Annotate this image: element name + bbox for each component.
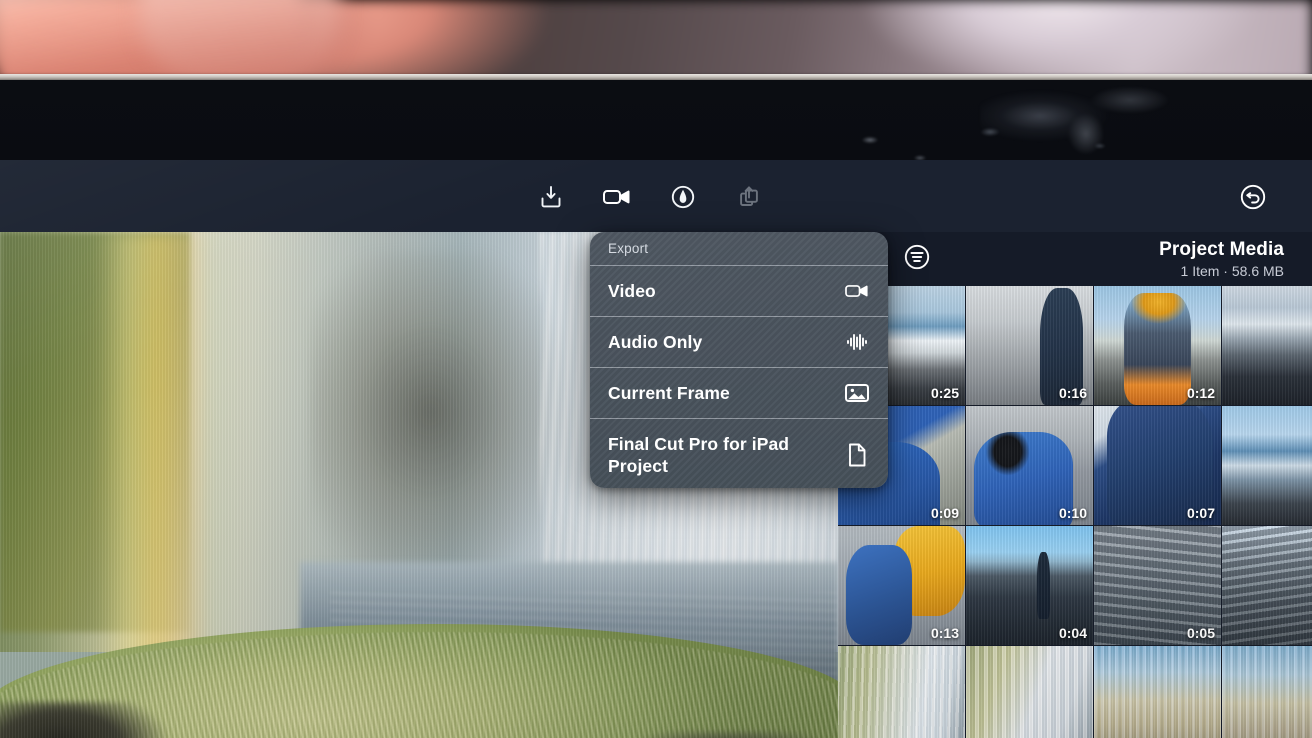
media-browser-panel: Project Media 1 Item · 58.6 MB 0:25 0:16 0… [838, 232, 1312, 738]
clip-duration-label: 0:12 [1186, 385, 1215, 401]
undo-circle-icon [1238, 182, 1268, 217]
media-thumbnail[interactable]: 0:04 [966, 526, 1093, 645]
menu-item-label: Current Frame [608, 383, 730, 403]
photo-icon [844, 380, 870, 406]
menu-item-current-frame[interactable]: Current Frame [590, 368, 888, 418]
share-button[interactable] [728, 178, 770, 216]
document-icon [844, 442, 870, 468]
thumbnail-artwork [1222, 526, 1312, 645]
menu-item-label: Final Cut Pro for iPad Project [608, 434, 790, 476]
menu-item-label: Audio Only [608, 332, 703, 352]
media-thumbnail[interactable]: 0:16 [966, 286, 1093, 405]
preview-dark-rock-left [0, 702, 170, 738]
preview-dark-rock-right [640, 732, 838, 738]
clip-duration-label: 0:04 [1058, 625, 1087, 641]
preview-rainbow [95, 232, 245, 662]
media-thumbnail[interactable]: 0:05 [1094, 526, 1221, 645]
media-thumbnail[interactable] [1222, 286, 1312, 405]
waveform-icon [844, 329, 870, 355]
clip-duration-label: 0:13 [930, 625, 959, 641]
thumbnail-artwork [1222, 406, 1312, 525]
import-icon [538, 184, 564, 210]
media-thumbnail[interactable] [1222, 406, 1312, 525]
menu-item-label: Video [608, 281, 656, 301]
media-thumbnail[interactable] [1094, 646, 1221, 738]
thumbnail-artwork [1094, 646, 1221, 738]
media-thumbnail[interactable]: 0:10 [966, 406, 1093, 525]
media-thumbnail[interactable] [1222, 646, 1312, 738]
app-toolbar [0, 160, 1312, 232]
media-thumbnail[interactable]: 0:13 [838, 526, 965, 645]
clip-duration-label: 0:05 [1186, 625, 1215, 641]
thumbnail-artwork [966, 646, 1093, 738]
video-camera-icon [602, 184, 632, 210]
undo-button[interactable] [1236, 182, 1270, 216]
clip-duration-label: 0:07 [1186, 505, 1215, 521]
thumbnail-artwork [1222, 646, 1312, 738]
menu-header-label: Export [608, 241, 649, 256]
media-thumbnail[interactable]: 0:12 [1094, 286, 1221, 405]
export-button[interactable] [596, 178, 638, 216]
page-title: Project Media [1159, 239, 1284, 260]
browser-title-block: Project Media 1 Item · 58.6 MB [1159, 238, 1284, 281]
thumbnail-artwork [838, 646, 965, 738]
screenshot-root: Project Media 1 Item · 58.6 MB 0:25 0:16 0… [0, 0, 1312, 738]
browser-header: Project Media 1 Item · 58.6 MB [838, 232, 1312, 286]
filter-sort-icon [902, 242, 932, 277]
import-media-button[interactable] [530, 178, 572, 216]
browser-item-summary: 1 Item · 58.6 MB [1180, 263, 1284, 279]
video-camera-icon [844, 278, 870, 304]
menu-item-video[interactable]: Video [590, 266, 888, 316]
clip-duration-label: 0:10 [1058, 505, 1087, 521]
menu-item-fcp-ipad-project[interactable]: Final Cut Pro for iPad Project [590, 419, 888, 488]
media-thumbnail[interactable] [838, 646, 965, 738]
markup-button[interactable] [662, 178, 704, 216]
media-thumbnail[interactable] [966, 646, 1093, 738]
toolbar-actions [530, 178, 770, 216]
menu-item-audio-only[interactable]: Audio Only [590, 317, 888, 367]
share-icon [736, 184, 762, 210]
media-thumbnail[interactable]: 0:07 [1094, 406, 1221, 525]
media-thumbnail-grid[interactable]: 0:25 0:16 0:12 0:09 0:10 0:07 0:13 0:04 0:05 [838, 286, 1312, 738]
filter-sort-button[interactable] [900, 242, 934, 276]
preview-rock-face [310, 252, 570, 582]
media-thumbnail[interactable] [1222, 526, 1312, 645]
clip-duration-label: 0:16 [1058, 385, 1087, 401]
pen-circle-icon [670, 184, 696, 210]
thumbnail-artwork [1222, 286, 1312, 405]
clip-duration-label: 0:25 [930, 385, 959, 401]
clip-duration-label: 0:09 [930, 505, 959, 521]
export-popover-menu[interactable]: Export Video Audio Only Current Frame Fi… [590, 232, 888, 488]
